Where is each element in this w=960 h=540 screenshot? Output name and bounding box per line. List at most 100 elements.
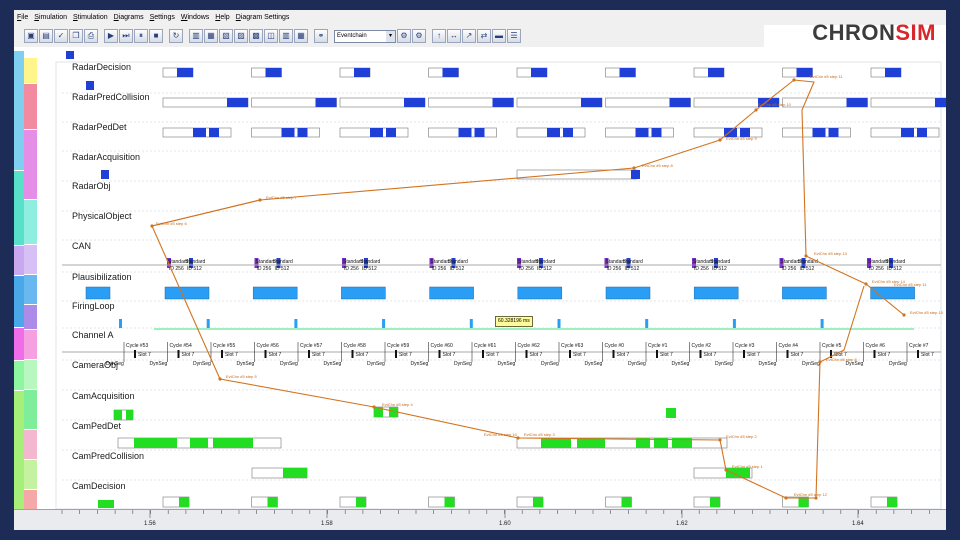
radar-ped-det-exec	[635, 128, 649, 137]
radar-pred-collision-task	[870, 97, 946, 108]
cursor-time-readout: 60.328196 ms	[495, 316, 533, 327]
radar-ped-det-exec	[193, 128, 206, 137]
can-frame-id: ID 512	[712, 266, 727, 272]
flexray-slot-label: Slot 7	[399, 352, 412, 358]
cam-decision-exec	[710, 497, 720, 507]
cam-acquisition-exec	[114, 410, 122, 420]
can-frame-id: ID 512	[800, 266, 815, 272]
flexray-dyn-label: DynSeg	[324, 361, 342, 367]
time-ruler[interactable]: 1.56 1.58 1.60 1.62 1.64	[14, 509, 946, 530]
radar-ped-det-exec	[370, 128, 383, 137]
lane-label-radar-acquisition[interactable]: RadarAcquisition	[72, 152, 140, 162]
lane-grid	[62, 92, 941, 481]
axis-tick-label: 1.56	[144, 521, 156, 527]
can-frame-id: ID 512	[450, 266, 465, 272]
firing-loop-tick	[294, 319, 298, 328]
radar-acquisition-exec	[631, 170, 640, 179]
can-frame-id: ID 512	[275, 266, 290, 272]
radar-decision-exec	[708, 68, 724, 77]
radar-decision-exec	[177, 68, 193, 77]
cam-ped-det-exec	[213, 438, 253, 448]
can-frame-id: ID 256	[694, 266, 709, 272]
flexray-slot-label: Slot 7	[138, 352, 151, 358]
radar-decision-exec	[354, 68, 370, 77]
lane-label-radar-pred-collision[interactable]: RadarPredCollision	[72, 92, 150, 102]
flexray-cycle-label: Cycle #6	[866, 343, 886, 349]
lane-label-cam-ped-det[interactable]: CamPedDet	[72, 421, 122, 431]
plausibilization-task	[782, 286, 827, 300]
plausibilization-task	[252, 286, 298, 300]
event-chain-node	[724, 468, 728, 472]
flexray-slot-mark	[438, 350, 441, 358]
flexray-cycle-label: Cycle #59	[387, 343, 409, 349]
flexray-slot-mark	[786, 350, 789, 358]
firing-loop-tick	[645, 319, 649, 328]
plausibilization-task	[605, 286, 651, 300]
flexray-cycle-label: Cycle #63	[561, 343, 583, 349]
event-chain-annotation: EvtChn #5 step 5	[226, 374, 257, 379]
event-chain-node	[150, 224, 154, 228]
cam-decision-exec	[98, 500, 114, 508]
flexray-slot-label: Slot 7	[182, 352, 195, 358]
lane-label-radar-obj[interactable]: RadarObj	[72, 181, 111, 191]
flexray-dyn-label: DynSeg	[193, 361, 211, 367]
radar-decision-exec	[619, 68, 636, 77]
event-chain-annotation: EvtChn #5 step 10	[758, 102, 792, 107]
flexray-slot-mark	[264, 350, 267, 358]
event-chain-node	[632, 166, 636, 170]
lane-label-cam-decision[interactable]: CamDecision	[72, 481, 126, 491]
flexray-slot-mark	[569, 350, 571, 358]
lane-label-radar-decision[interactable]: RadarDecision	[72, 62, 131, 72]
flexray-slot-mark	[395, 350, 397, 358]
chronsim-window: File Simulation Stimulation Diagrams Set…	[14, 10, 946, 530]
flexray-dyn-label: DynSeg	[367, 361, 385, 367]
flexray-slot-label: Slot 7	[878, 352, 891, 358]
event-chain-node	[792, 78, 796, 82]
flexray-cycle-label: Cycle #5	[822, 343, 842, 349]
firing-loop-tick	[469, 319, 473, 328]
cam-decision-exec	[444, 497, 455, 507]
lane-label-firing-loop[interactable]: FiringLoop	[72, 301, 115, 311]
lane-label-can[interactable]: CAN	[72, 241, 91, 251]
event-chain-path	[815, 285, 865, 499]
plausibilization-task	[164, 286, 210, 300]
flexray-slot-mark	[351, 350, 354, 358]
radar-ped-det-exec	[651, 128, 662, 137]
lane-label-plausibilization[interactable]: Plausibilization	[72, 272, 132, 282]
cam-acquisition-exec	[126, 410, 133, 420]
radar-ped-det-exec	[917, 128, 927, 137]
firing-loop-tick	[732, 319, 736, 328]
flexray-cycle-label: Cycle #55	[213, 343, 235, 349]
event-chain-annotation: EvtChn #5 step 8	[826, 357, 857, 362]
can-frame-label: Standard	[535, 259, 556, 265]
lane-label-physical-object[interactable]: PhysicalObject	[72, 211, 132, 221]
flexray-slot-label: Slot 7	[530, 352, 543, 358]
flexray-slot-label: Slot 7	[704, 352, 717, 358]
flexray-slot-label: Slot 7	[269, 352, 282, 358]
lane-label-cam-pred-collision[interactable]: CamPredCollision	[72, 451, 144, 461]
can-frame-label: Standard	[885, 259, 906, 265]
firing-loop-tick	[382, 319, 386, 328]
can-frame-id: ID 512	[362, 266, 377, 272]
radar-ped-det-exec	[812, 128, 826, 137]
event-chain-annotation: EvtChn #5 step 8	[642, 163, 673, 168]
firing-loop-tick	[820, 319, 824, 328]
event-chain-annotation: EvtChn #5 step 7	[266, 195, 297, 200]
lane-label-channel-a[interactable]: Channel A	[72, 330, 114, 340]
plausibilization-task	[341, 286, 386, 300]
lane-label-radar-ped-det[interactable]: RadarPedDet	[72, 122, 127, 132]
flexray-cycle-label: Cycle #54	[170, 343, 192, 349]
flexray-slot-mark	[221, 350, 223, 358]
radar-pred-collision-exec	[404, 98, 425, 107]
firing-loop-tick	[119, 319, 122, 328]
event-chain-node	[902, 313, 906, 317]
flexray-slot-label: Slot 7	[486, 352, 499, 358]
radar-ped-det-exec	[563, 128, 573, 137]
lane-label-cam-acquisition[interactable]: CamAcquisition	[72, 391, 135, 401]
radar-decision-exec	[531, 68, 547, 77]
flexray-cycle-label: Cycle #4	[779, 343, 799, 349]
radar-ped-det-exec	[474, 128, 485, 137]
firing-loop-tick	[206, 319, 210, 328]
radar-ped-det-exec	[828, 128, 839, 137]
flexray-cycle-label: Cycle #57	[300, 343, 322, 349]
